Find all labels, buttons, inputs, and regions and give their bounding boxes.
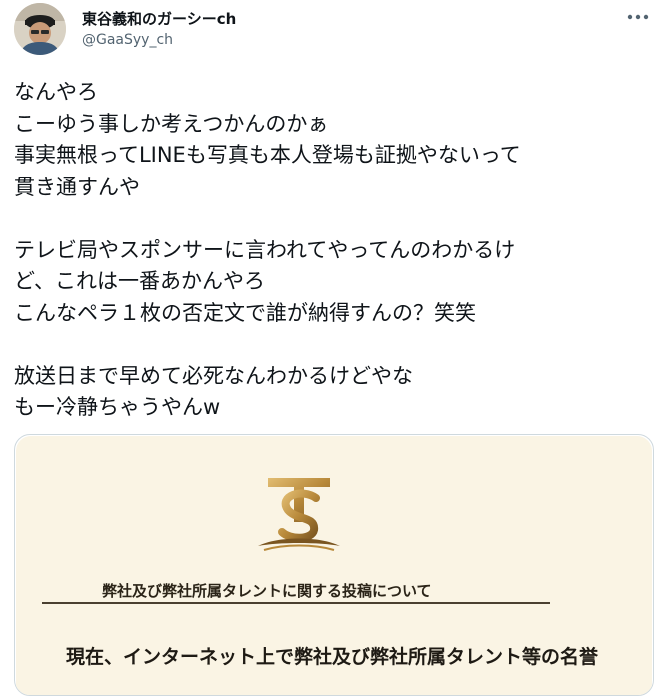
company-ts-logo-icon: [258, 478, 340, 551]
avatar-photo-icon: [14, 3, 66, 55]
document-body-text: 現在、インターネット上で弊社及び弊社所属タレント等の名誉: [66, 646, 599, 668]
avatar[interactable]: [14, 3, 66, 55]
document-title-underline: [42, 602, 550, 604]
tweet-text-line: ど、これは一番あかんやろ: [14, 269, 265, 293]
author-display-name[interactable]: 東谷義和のガーシーch: [82, 8, 236, 29]
document-title: 弊社及び弊社所属タレントに関する投稿について: [102, 582, 432, 600]
tweet-text-line: こんなペラ１枚の否定文で誰が納得すんの？笑笑: [14, 300, 476, 325]
tweet-text: なんやろ こーゆう事しか考えつかんのかぁ 事実無根ってLINEも写真も本人登場も…: [14, 77, 654, 424]
paragraph-break: [14, 203, 654, 235]
more-horizontal-icon: [627, 14, 649, 20]
tweet-text-line: もー冷静ちゃうやんw: [14, 395, 221, 419]
tweet-text-line: こーゆう事しか考えつかんのかぁ: [14, 111, 329, 136]
tweet-media-image[interactable]: 弊社及び弊社所属タレントに関する投稿について 現在、インターネット上で弊社及び弊…: [14, 434, 654, 696]
tweet-header: 東谷義和のガーシーch @GaaSyy_ch: [0, 0, 666, 60]
paragraph-break: [14, 329, 654, 361]
tweet-text-line: テレビ局やスポンサーに言われてやってんのわかるけ: [14, 237, 516, 262]
author-handle[interactable]: @GaaSyy_ch: [82, 32, 173, 48]
tweet-text-line: 事実無根ってLINEも写真も本人登場も証拠やないって: [14, 143, 521, 167]
document-image: 弊社及び弊社所属タレントに関する投稿について 現在、インターネット上で弊社及び弊…: [16, 436, 652, 695]
more-options-button[interactable]: [624, 6, 652, 28]
tweet-text-line: 貫き通すんや: [14, 174, 140, 199]
tweet-text-line: 放送日まで早めて必死なんわかるけどやな: [14, 363, 413, 388]
tweet-text-line: なんやろ: [14, 80, 98, 104]
